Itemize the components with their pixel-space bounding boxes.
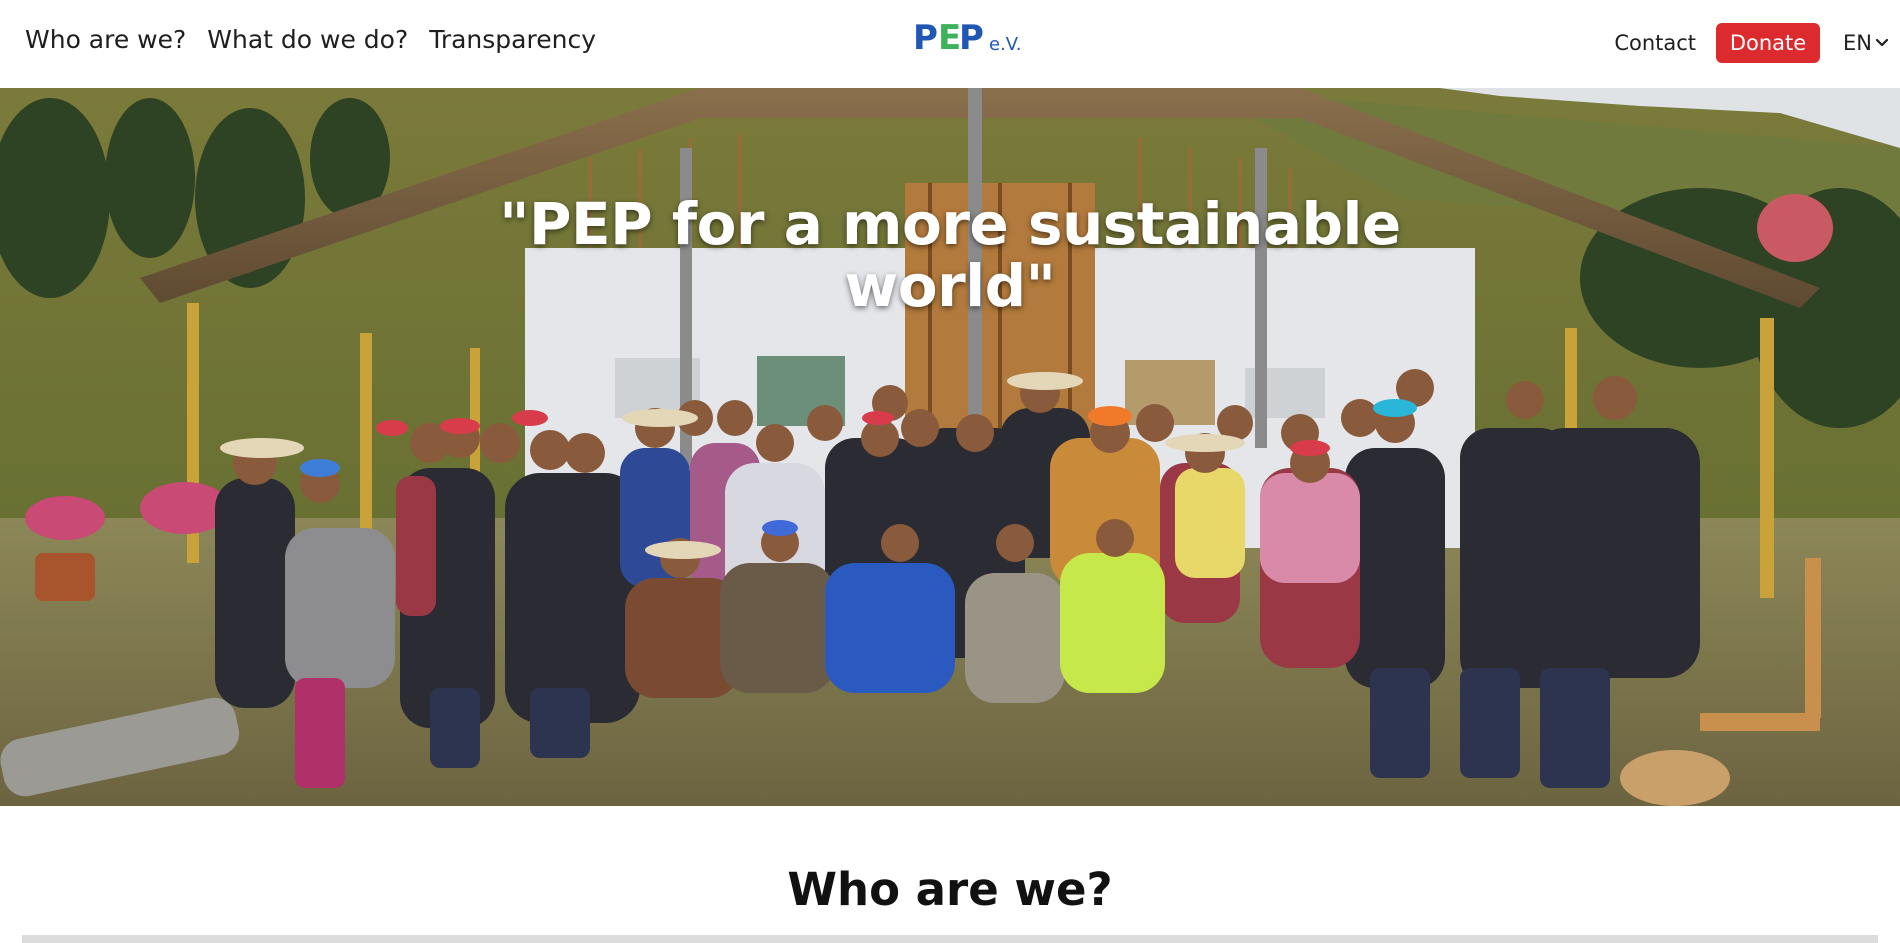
language-selector[interactable]: EN (1843, 31, 1888, 55)
header-actions: Contact Donate EN (1614, 23, 1888, 63)
site-header: Who are we? What do we do? Transparency … (0, 0, 1900, 88)
site-logo[interactable]: P E P e.V. (913, 18, 1022, 58)
logo-letter-p2: P (959, 18, 984, 58)
hero-heading: "PEP for a more sustainable world" (0, 193, 1900, 317)
logo-letter-p1: P (913, 18, 938, 58)
chevron-down-icon (1876, 39, 1888, 47)
contact-link[interactable]: Contact (1614, 31, 1696, 55)
content-divider (22, 935, 1878, 943)
section-title: Who are we? (787, 863, 1113, 916)
nav-what-do-we-do[interactable]: What do we do? (207, 22, 408, 58)
language-label: EN (1843, 31, 1872, 55)
nav-who-are-we[interactable]: Who are we? (25, 22, 186, 58)
nav-transparency[interactable]: Transparency (429, 22, 596, 58)
donate-button[interactable]: Donate (1716, 23, 1821, 63)
logo-suffix: e.V. (989, 34, 1022, 55)
logo-letter-e: E (938, 18, 961, 58)
hero-banner: "PEP for a more sustainable world" (0, 88, 1900, 806)
main-nav: Who are we? What do we do? Transparency (25, 22, 617, 58)
hero-quote: "PEP for a more sustainable world" (499, 190, 1401, 320)
